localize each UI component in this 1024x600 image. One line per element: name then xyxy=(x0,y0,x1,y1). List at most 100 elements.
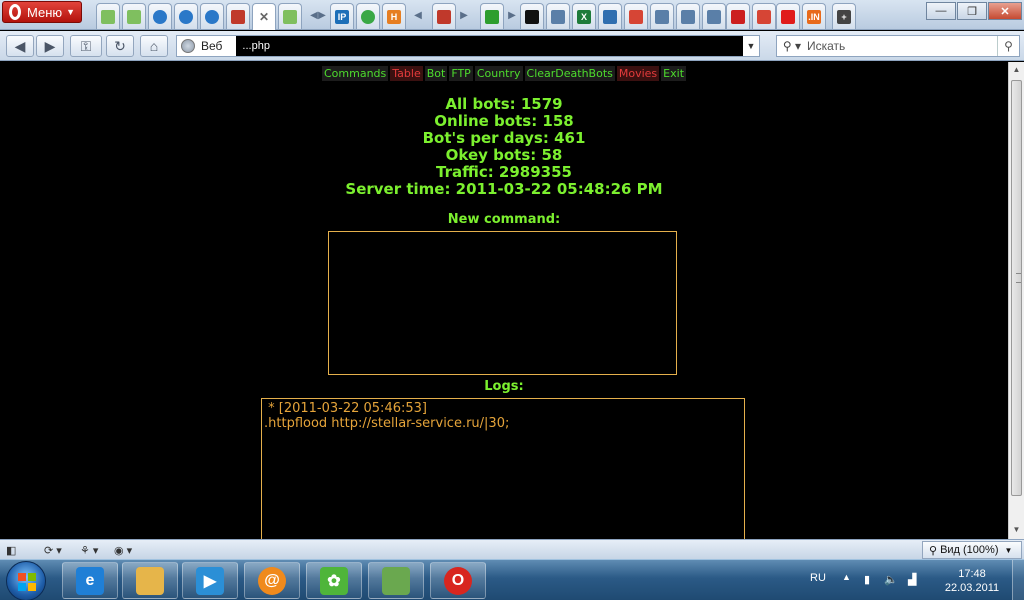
unite-icon[interactable]: ⚘ ▾ xyxy=(80,542,98,558)
panel-nav: Commands Table Bot FTP Country ClearDeathBots… xyxy=(0,66,1008,81)
taskbar-app-button[interactable]: e xyxy=(62,562,118,599)
tab[interactable] xyxy=(598,3,622,29)
opera-menu-button[interactable]: Меню ▼ xyxy=(2,1,82,23)
gear-icon xyxy=(603,9,617,24)
tab[interactable] xyxy=(752,3,776,29)
browser-status-bar: ◧ ⟳ ▾ ⚘ ▾ ◉ ▾ ⚲ Вид (100%) ▼ xyxy=(0,539,1024,559)
scroll-thumb[interactable] xyxy=(1011,80,1022,496)
tab[interactable] xyxy=(624,3,648,29)
language-indicator[interactable]: RU xyxy=(810,572,826,584)
explorer-folder-icon xyxy=(136,566,164,595)
stat-line: Okey bots: 58 xyxy=(445,146,563,164)
new-command-label: New command: xyxy=(447,212,561,227)
logs-label: Logs: xyxy=(484,379,524,394)
chevron-down-icon: ▼ xyxy=(1004,545,1013,555)
tab[interactable]: + xyxy=(832,3,856,29)
taskbar-app-button[interactable]: ▶ xyxy=(182,562,238,599)
nav-link-exit[interactable]: Exit xyxy=(661,66,687,81)
nav-link-bot[interactable]: Bot xyxy=(424,66,448,81)
tab[interactable] xyxy=(148,3,172,29)
doc-icon xyxy=(681,9,695,24)
tab[interactable] xyxy=(226,3,250,29)
new-command-textarea[interactable] xyxy=(328,231,677,375)
tray-expand-icon[interactable]: ▲ xyxy=(842,572,851,582)
key-icon[interactable]: ⚿ xyxy=(70,35,102,57)
tab-scroll-icon[interactable]: ▶ xyxy=(508,8,516,22)
nav-link-table[interactable]: Table xyxy=(390,66,423,81)
tab[interactable] xyxy=(356,3,380,29)
network-signal-icon[interactable]: ▟ xyxy=(908,573,920,587)
logs-textarea[interactable]: * [2011-03-22 05:46:53] .httpflood http:/… xyxy=(261,398,745,539)
tab[interactable] xyxy=(676,3,700,29)
tab[interactable] xyxy=(174,3,198,29)
tab[interactable] xyxy=(650,3,674,29)
reload-button[interactable]: ↻ xyxy=(106,35,134,57)
tab-scroll-icon[interactable]: ◀ xyxy=(414,8,422,22)
menu-label: Меню xyxy=(27,4,63,20)
tab[interactable]: IP xyxy=(330,3,354,29)
zoom-control[interactable]: ⚲ Вид (100%) ▼ xyxy=(922,541,1022,559)
nav-link-country[interactable]: Country xyxy=(474,66,523,81)
search-icon[interactable]: ⚲ ▾ xyxy=(777,39,807,53)
maximize-button[interactable]: ❐ xyxy=(957,2,987,20)
tab[interactable] xyxy=(200,3,224,29)
tab[interactable] xyxy=(432,3,456,29)
sync-icon[interactable]: ⟳ ▾ xyxy=(44,542,62,558)
close-window-button[interactable]: ✕ xyxy=(988,2,1022,20)
ip-icon: IP xyxy=(335,9,349,24)
tab[interactable] xyxy=(96,3,120,29)
in-icon: .IN xyxy=(807,9,821,24)
tab[interactable] xyxy=(726,3,750,29)
stats-block: All bots: 1579 Online bots: 158 Bot's per … xyxy=(0,96,1008,198)
tab[interactable] xyxy=(278,3,302,29)
taskbar-app-button[interactable] xyxy=(122,562,178,599)
log-line: .httpflood http://stellar-service.ru/|30… xyxy=(264,416,510,431)
forward-button[interactable]: ▶ xyxy=(36,35,64,57)
search-go-icon[interactable]: ⚲ xyxy=(997,36,1019,56)
battery-icon[interactable]: ▮ xyxy=(864,573,876,587)
scroll-up-icon[interactable]: ▲ xyxy=(1009,62,1024,77)
address-field[interactable]: Веб ...php ▼ xyxy=(176,35,760,57)
tab[interactable]: H xyxy=(382,3,406,29)
tab[interactable] xyxy=(702,3,726,29)
show-desktop-button[interactable] xyxy=(1012,560,1024,600)
nav-link-commands[interactable]: Commands xyxy=(321,66,389,81)
tab-scroll-icon[interactable]: ◀ xyxy=(310,8,318,22)
green-dot-icon xyxy=(361,9,375,24)
taskbar-app-button[interactable] xyxy=(368,562,424,599)
start-button[interactable] xyxy=(6,561,46,600)
scroll-down-icon[interactable]: ▼ xyxy=(1009,522,1024,537)
nav-link-cleardeathbots[interactable]: ClearDeathBots xyxy=(524,66,615,81)
chevron-down-icon[interactable]: ▼ xyxy=(743,41,759,51)
tab[interactable] xyxy=(520,3,544,29)
tab[interactable] xyxy=(546,3,570,29)
close-icon: ✕ xyxy=(258,10,270,24)
tab[interactable] xyxy=(776,3,800,29)
back-button[interactable]: ◀ xyxy=(6,35,34,57)
tab[interactable] xyxy=(122,3,146,29)
search-field[interactable]: ⚲ ▾ Искать ⚲ xyxy=(776,35,1020,57)
taskbar-app-button[interactable]: ✿ xyxy=(306,562,362,599)
nav-link-ftp[interactable]: FTP xyxy=(449,66,473,81)
minimize-button[interactable]: — xyxy=(926,2,956,20)
volume-icon[interactable]: 🔈 xyxy=(884,573,898,587)
tab[interactable] xyxy=(480,3,504,29)
google-icon xyxy=(757,9,771,24)
clock[interactable]: 17:48 22.03.2011 xyxy=(932,567,1012,595)
stat-line: Bot's per days: 461 xyxy=(422,129,586,147)
turbo-icon[interactable]: ◉ ▾ xyxy=(114,542,132,558)
tab[interactable]: X xyxy=(572,3,596,29)
panel-toggle-icon[interactable]: ◧ xyxy=(6,542,16,558)
page-icon xyxy=(127,9,141,24)
nav-link-movies[interactable]: Movies xyxy=(616,66,660,81)
tab[interactable]: ✕ xyxy=(252,3,276,30)
taskbar-app-button[interactable]: O xyxy=(430,562,486,599)
tab[interactable]: .IN xyxy=(802,3,826,29)
tab-scroll-icon[interactable]: ▶ xyxy=(460,8,468,22)
home-button[interactable]: ⌂ xyxy=(140,35,168,57)
opera-ball-icon xyxy=(153,9,167,24)
vertical-scrollbar[interactable]: ▲ ▼ xyxy=(1008,62,1024,539)
taskbar-app-button[interactable]: @ xyxy=(244,562,300,599)
url-text[interactable]: ...php xyxy=(236,36,743,56)
tab-scroll-icon[interactable]: ▶ xyxy=(318,8,326,22)
